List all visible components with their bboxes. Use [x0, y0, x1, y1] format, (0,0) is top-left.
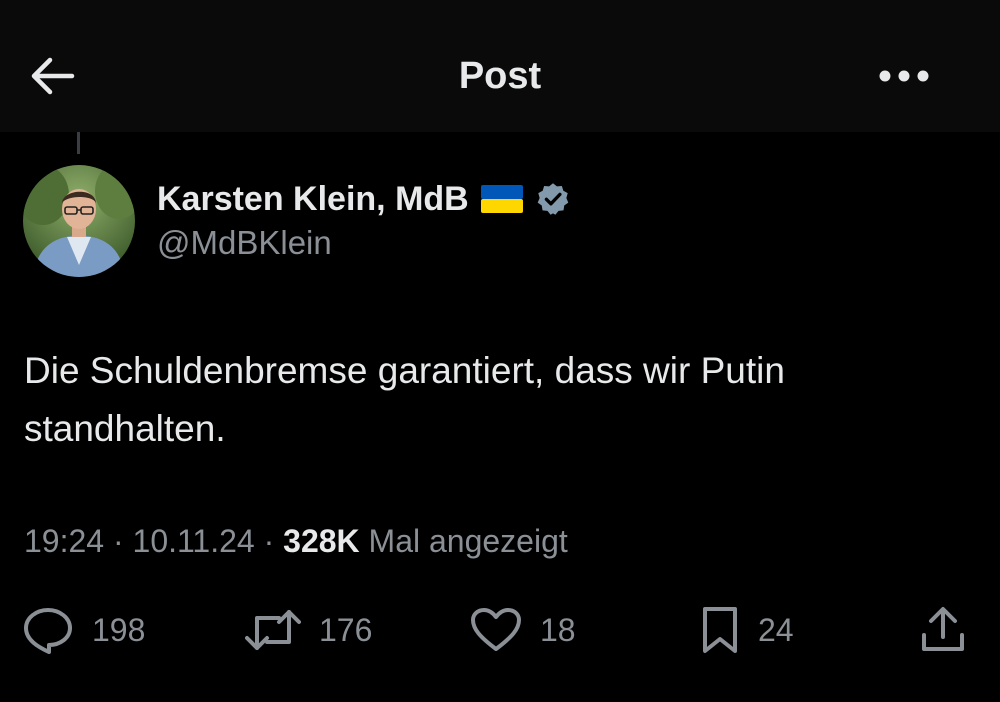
repost-count: 176	[319, 611, 373, 648]
more-horizontal-icon	[878, 69, 930, 83]
reply-icon	[22, 606, 74, 654]
share-button[interactable]	[918, 604, 968, 656]
avatar[interactable]	[23, 165, 135, 277]
post-date[interactable]: 10.11.24	[133, 523, 255, 559]
page-title: Post	[458, 55, 542, 97]
meta-separator: ·	[104, 523, 133, 559]
heart-icon	[470, 607, 522, 653]
author-name-row: Karsten Klein, MdB	[157, 176, 571, 222]
reply-count: 198	[92, 611, 146, 648]
repost-button[interactable]: 176	[245, 604, 372, 656]
like-button[interactable]: 18	[470, 604, 576, 656]
views-label: Mal angezeigt	[368, 523, 568, 559]
views-count: 328K	[283, 523, 360, 559]
meta-separator: ·	[254, 523, 284, 559]
repost-icon	[245, 608, 301, 652]
more-options-button[interactable]	[874, 58, 934, 94]
bookmark-icon	[700, 605, 740, 655]
bookmark-count: 24	[758, 611, 794, 648]
post-meta: 19:24 · 10.11.24 · 328K Mal angezeigt	[24, 523, 568, 560]
bookmark-button[interactable]: 24	[700, 604, 794, 656]
ukraine-flag-icon	[480, 185, 523, 213]
thread-connector-line	[77, 132, 80, 154]
post-text: Die Schuldenbremse garantiert, dass wir …	[24, 350, 785, 449]
user-handle[interactable]: @MdBKlein	[157, 224, 332, 262]
verified-badge-icon[interactable]	[535, 181, 571, 217]
top-bar: Post	[0, 0, 1000, 132]
post-time[interactable]: 19:24	[24, 523, 104, 559]
reply-button[interactable]: 198	[22, 604, 145, 656]
display-name[interactable]: Karsten Klein, MdB	[157, 180, 469, 219]
like-count: 18	[540, 611, 576, 648]
share-icon	[918, 605, 968, 655]
